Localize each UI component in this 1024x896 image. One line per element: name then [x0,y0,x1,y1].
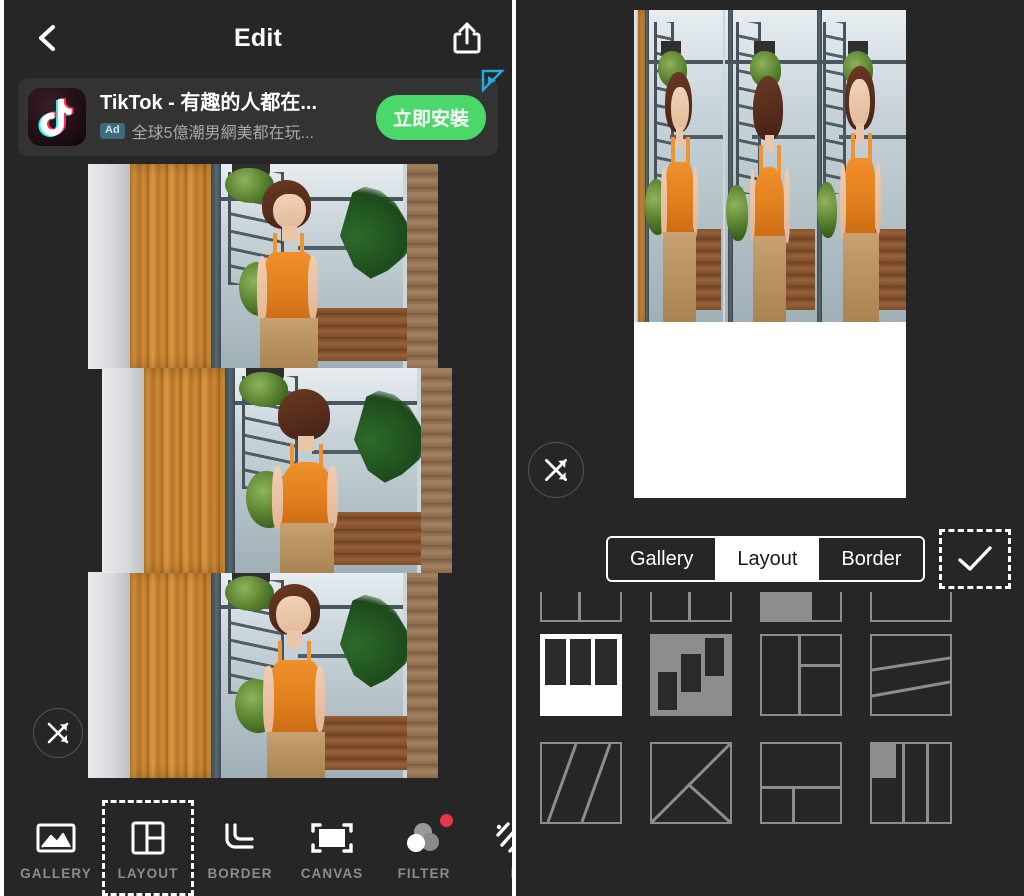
screenshot-root: Edit TikTok - 有趣的人都在... Ad 全球5億潮男網美都在玩..… [0,0,1024,896]
collage-tile-3[interactable] [88,572,438,778]
ad-subtitle: 全球5億潮男網美都在玩... [131,125,314,142]
tool-layout[interactable]: LAYOUT [102,800,194,896]
ad-text-block: TikTok - 有趣的人都在... Ad 全球5億潮男網美都在玩... [100,91,376,143]
tool-label: B [511,866,512,881]
tool-border[interactable]: BORDER [194,800,286,896]
figure [242,180,333,369]
shuffle-button[interactable] [33,708,83,758]
layout-thumb[interactable] [650,634,732,716]
tool-label: LAYOUT [117,865,179,881]
figure [260,388,351,574]
ad-tag: Ad [100,123,125,139]
canvas-preview-area [516,0,1024,520]
segment-border[interactable]: Border [819,538,924,580]
layout-thumb[interactable] [650,592,732,622]
tool-label: GALLERY [20,865,92,881]
collage[interactable] [88,164,452,778]
canvas-cell-2[interactable] [724,10,816,323]
back-button[interactable] [30,21,64,55]
filter-circles-icon [404,816,444,860]
photo-scene [102,368,452,573]
layout-grid-icon [131,816,165,860]
collage-preview-area [4,156,512,782]
shuffle-button[interactable] [528,442,584,498]
share-button[interactable] [450,21,484,55]
layout-row [540,742,1000,824]
chevron-left-icon [34,23,60,53]
ad-install-button[interactable]: 立即安裝 [375,94,486,140]
canvas-cell-1[interactable] [634,10,725,323]
figure [835,66,886,323]
segment-layout[interactable]: Layout [715,538,820,580]
figure [745,75,794,323]
photo-scene [634,10,725,323]
layout-thumb[interactable] [760,742,842,824]
layout-thumb-selected[interactable] [540,634,622,716]
layout-row-partial [540,592,1000,622]
tool-label: BORDER [207,865,273,881]
shuffle-icon [540,454,572,486]
page-title: Edit [233,23,283,52]
border-corner-icon [221,816,259,860]
layout-row [540,634,1000,716]
figure [656,72,703,323]
tool-filter[interactable]: FILTER [378,800,470,896]
tool-label: FILTER [397,865,451,881]
confirm-button[interactable] [939,529,1011,589]
layout-thumb[interactable] [870,634,952,716]
ad-banner[interactable]: TikTok - 有趣的人都在... Ad 全球5億潮男網美都在玩... 立即安… [18,69,505,156]
tool-label: CANVAS [300,865,364,881]
shuffle-icon [43,718,73,748]
canvas-crop-icon [310,816,354,860]
blur-stripes-icon [496,816,512,860]
ad-title: TikTok - 有趣的人都在... [100,92,318,114]
collage-tile-2[interactable] [102,368,452,573]
canvas-photo-row [634,10,906,323]
photo-scene [88,572,438,778]
left-phone-panel: Edit TikTok - 有趣的人都在... Ad 全球5億潮男網美都在玩..… [4,0,512,896]
layout-thumb[interactable] [760,634,842,716]
tiktok-logo-icon [28,88,86,146]
tool-gallery[interactable]: GALLERY [10,800,102,896]
ad-subtitle-row: Ad 全球5億潮男網美都在玩... [100,119,376,143]
notification-badge [440,814,453,827]
layout-thumb[interactable] [650,742,732,824]
canvas[interactable] [634,10,906,498]
layout-thumb[interactable] [870,742,952,824]
layout-thumb[interactable] [760,592,842,622]
layout-template-list[interactable] [516,592,1024,896]
photo-scene [815,10,906,323]
segmented-control: Gallery Layout Border [606,536,926,582]
top-app-bar: Edit [4,0,512,76]
segment-gallery[interactable]: Gallery [608,538,716,580]
photo-scene [724,10,816,323]
editor-toolbar: GALLERY LAYOUT BORDER CANVAS FILTER [4,800,512,896]
canvas-cell-3[interactable] [815,10,906,323]
checkmark-icon [956,544,994,574]
mode-selector-row: Gallery Layout Border [516,520,1024,592]
figure [249,584,340,778]
share-upload-icon [452,21,482,55]
tool-canvas[interactable]: CANVAS [286,800,378,896]
tool-blur[interactable]: B [470,800,512,896]
gallery-image-icon [36,816,76,860]
right-phone-panel: Gallery Layout Border [516,0,1024,896]
layout-thumb[interactable] [870,592,952,622]
collage-tile-1[interactable] [88,164,438,369]
layout-thumb[interactable] [540,742,622,824]
photo-scene [88,164,438,369]
layout-thumb[interactable] [540,592,622,622]
